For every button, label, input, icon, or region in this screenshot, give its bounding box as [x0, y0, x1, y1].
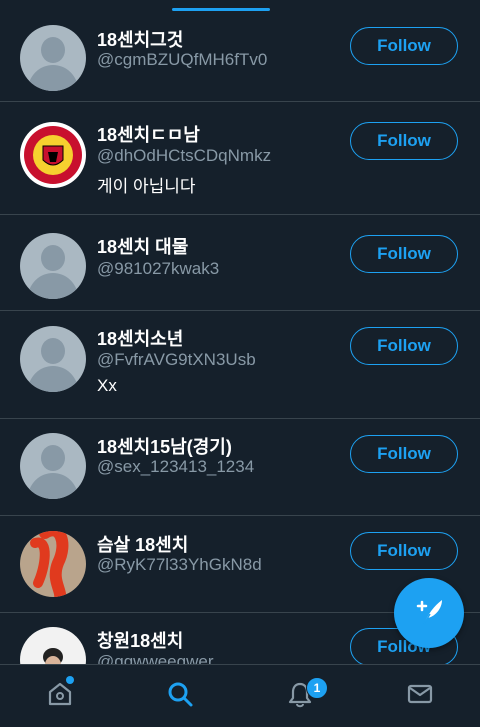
user-handle: @981027kwak3 — [97, 259, 220, 278]
default-avatar[interactable] — [20, 233, 86, 299]
nav-notifications[interactable] — [240, 665, 360, 727]
crest-avatar[interactable] — [20, 122, 86, 188]
default-avatar[interactable] — [20, 25, 86, 91]
user-row[interactable]: 18센치ㄷㅁ남 @dhOdHCtsCDqNmkz 게이 아닙니다 Follow — [0, 102, 480, 215]
user-row[interactable]: 18센치그것 @cgmBZUQfMH6fTv0 Follow — [0, 11, 480, 102]
user-name[interactable]: 18센치15남(경기) — [97, 433, 232, 459]
notifications-badge: 1 — [306, 677, 328, 699]
user-handle: @RyK77l33YhGkN8d — [97, 555, 262, 574]
default-avatar[interactable] — [20, 326, 86, 392]
user-row[interactable]: 18센치15남(경기) @sex_123413_1234 Follow — [0, 419, 480, 516]
nav-home[interactable] — [0, 665, 120, 727]
home-icon — [46, 680, 74, 713]
user-name[interactable]: 슴살 18센치 — [97, 531, 188, 557]
user-handle: @cgmBZUQfMH6fTv0 — [97, 50, 268, 69]
user-name[interactable]: 18센치그것 — [97, 26, 183, 52]
compose-button[interactable] — [394, 578, 464, 648]
follow-button[interactable]: Follow — [350, 327, 458, 365]
default-avatar[interactable] — [20, 433, 86, 499]
search-icon — [166, 680, 194, 713]
follow-button[interactable]: Follow — [350, 122, 458, 160]
user-name[interactable]: 18센치ㄷㅁ남 — [97, 121, 200, 147]
user-name[interactable]: 창원18센치 — [97, 627, 183, 653]
follow-button[interactable]: Follow — [350, 235, 458, 273]
home-new-dot — [66, 676, 74, 684]
user-handle: @dhOdHCtsCDqNmkz — [97, 146, 272, 165]
user-bio: Xx — [97, 376, 117, 395]
nav-search[interactable] — [120, 665, 240, 727]
mail-icon — [406, 680, 434, 713]
bottom-nav — [0, 664, 480, 727]
follow-button[interactable]: Follow — [350, 27, 458, 65]
user-handle: @FvfrAVG9tXN3Usb — [97, 350, 256, 369]
follow-button[interactable]: Follow — [350, 532, 458, 570]
nav-messages[interactable] — [360, 665, 480, 727]
user-row[interactable]: 18센치소년 @FvfrAVG9tXN3Usb Xx Follow — [0, 311, 480, 419]
user-handle: @sex_123413_1234 — [97, 457, 255, 476]
redacted-avatar[interactable] — [20, 531, 86, 597]
user-name[interactable]: 18센치소년 — [97, 325, 183, 351]
compose-icon — [412, 594, 446, 633]
user-row[interactable]: 18센치 대물 @981027kwak3 Follow — [0, 215, 480, 311]
user-name[interactable]: 18센치 대물 — [97, 233, 188, 259]
follow-button[interactable]: Follow — [350, 435, 458, 473]
user-bio: 게이 아닙니다 — [97, 177, 196, 196]
